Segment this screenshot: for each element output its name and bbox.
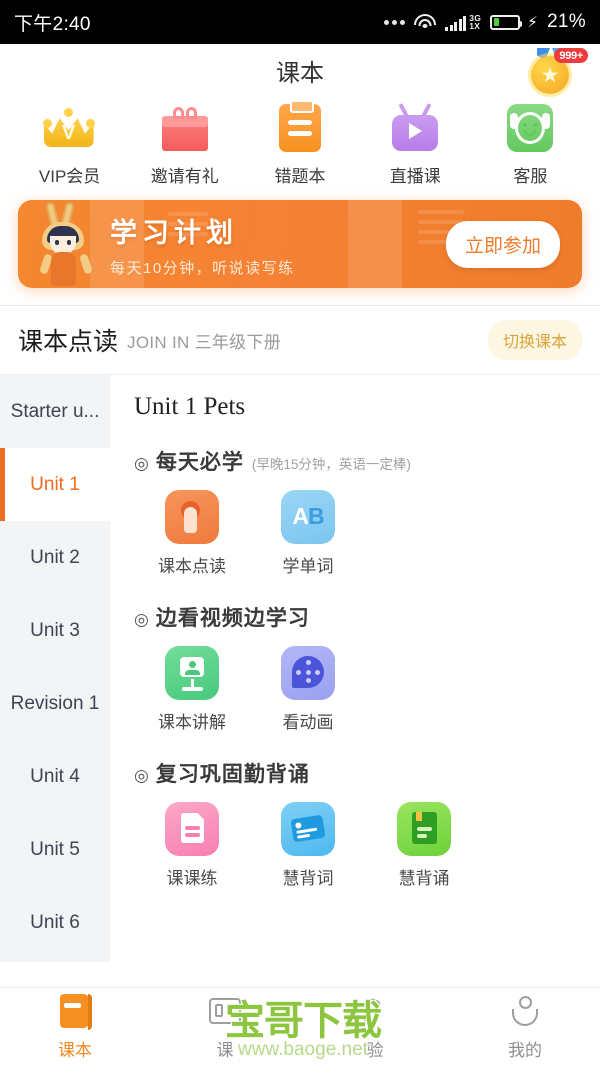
tile-watch-animation[interactable]: 看动画 (250, 646, 366, 733)
unit-title: Unit 1 Pets (134, 393, 246, 420)
switch-textbook-button[interactable]: 切换课本 (487, 320, 582, 360)
tv-play-icon (389, 101, 441, 153)
content-group-daily: ◎ 每天必学 (早晚15分钟，英语一定棒) 课本点读 AB 学单词 (134, 446, 600, 577)
quick-action-invite[interactable]: 邀请有礼 (127, 101, 242, 187)
quick-action-label: 错题本 (274, 167, 326, 186)
page-title: 课本 (276, 60, 324, 87)
unit-content: Unit 1 Pets ◎ 每天必学 (早晚15分钟，英语一定棒) 课本点读 A… (110, 375, 600, 962)
sidebar-item-unit-4[interactable]: Unit 4 (0, 740, 110, 813)
group-title: 边看视频边学习 (155, 607, 310, 630)
group-header: ◎ 边看视频边学习 (134, 602, 600, 632)
gift-icon (159, 101, 211, 153)
book-icon (58, 994, 92, 1030)
textbook-section-header: 课本点读 JOIN IN 三年级下册 切换课本 (0, 306, 600, 374)
signal-bars-icon: 3G 1X (445, 13, 481, 31)
sidebar-item-unit-6[interactable]: Unit 6 (0, 886, 110, 959)
tile-textbook-explain[interactable]: 课本讲解 (134, 646, 250, 733)
network-type-bottom: 1X (469, 21, 481, 31)
tab-textbook[interactable]: 课本 (0, 988, 150, 1067)
tab-label: 验 (366, 1041, 384, 1060)
tile-label: 慧背词 (282, 869, 334, 888)
banner-decoration (18, 200, 582, 288)
circle-mark-icon: ◎ (134, 766, 149, 785)
wifi-icon (414, 13, 437, 31)
tab-mine[interactable]: 我的 (450, 988, 600, 1067)
tab-label: 课本 (58, 1041, 92, 1060)
status-bar-time: 下午2:40 (14, 13, 91, 35)
group-tiles: 课课练 慧背词 慧背诵 (134, 802, 600, 889)
crown-icon: V (42, 101, 96, 153)
card-icon (208, 994, 242, 1030)
quick-action-label: VIP会员 (38, 167, 101, 186)
quick-action-live-class[interactable]: 直播课 (358, 101, 473, 187)
clipboard-icon (274, 100, 326, 153)
tab-label: 课 (216, 1041, 234, 1060)
quick-action-support[interactable]: 客服 (473, 101, 588, 187)
study-plan-banner[interactable]: 学习计划 每天10分钟，听说读写练 立即参加 (18, 200, 582, 288)
battery-icon (490, 14, 523, 30)
tile-label: 课本讲解 (158, 713, 226, 732)
tab-exam[interactable]: 验 (300, 988, 450, 1067)
teacher-presentation-icon (165, 646, 219, 700)
medal-star-icon[interactable]: ★ 999+ (528, 48, 588, 94)
sidebar-item-unit-5[interactable]: Unit 5 (0, 813, 110, 886)
quick-action-vip[interactable]: V VIP会员 (12, 101, 127, 187)
tile-textbook-read[interactable]: 课本点读 (134, 490, 250, 577)
quick-action-label: 客服 (513, 167, 548, 186)
tile-lesson-practice[interactable]: 课课练 (134, 802, 250, 889)
tap-to-read-icon (165, 490, 219, 544)
group-title: 每天必学 (155, 451, 244, 474)
group-header: ◎ 复习巩固勤背诵 (134, 758, 600, 788)
exercise-doc-icon (165, 802, 219, 856)
green-book-icon (397, 802, 451, 856)
more-dots-icon (384, 19, 406, 25)
ab-letters-icon: AB (281, 490, 335, 544)
headset-face-icon (504, 101, 556, 153)
textbook-body: Starter u... Unit 1 Unit 2 Unit 3 Revisi… (0, 374, 600, 962)
unit-sidebar[interactable]: Starter u... Unit 1 Unit 2 Unit 3 Revisi… (0, 375, 110, 962)
rabbit-mascot-icon (34, 201, 96, 286)
pen-icon (358, 994, 392, 1030)
sidebar-item-unit-3[interactable]: Unit 3 (0, 594, 110, 667)
sidebar-item-unit-2[interactable]: Unit 2 (0, 521, 110, 594)
sidebar-item-starter[interactable]: Starter u... (0, 375, 110, 448)
app-header: 课本 ★ 999+ (0, 44, 600, 97)
person-icon (508, 994, 542, 1030)
status-badge: 999+ (554, 48, 588, 63)
tile-label: 学单词 (282, 557, 334, 576)
status-bar-icons: 3G 1X ⚡ 21% (384, 11, 586, 33)
tile-label: 课课练 (166, 869, 218, 888)
circle-mark-icon: ◎ (134, 610, 149, 629)
group-note: (早晚15分钟，英语一定棒) (251, 457, 411, 472)
charging-bolt-icon: ⚡ (527, 14, 539, 31)
tab-label: 我的 (508, 1041, 542, 1060)
battery-percent: 21% (547, 11, 586, 32)
tile-label: 课本点读 (158, 557, 226, 576)
tile-recite[interactable]: 慧背诵 (366, 802, 482, 889)
tile-learn-words[interactable]: AB 学单词 (250, 490, 366, 577)
tab-courses[interactable]: 课 (150, 988, 300, 1067)
tile-label: 慧背诵 (398, 869, 450, 888)
quick-action-label: 直播课 (389, 167, 441, 186)
content-group-review: ◎ 复习巩固勤背诵 课课练 慧背词 慧背诵 (134, 758, 600, 889)
group-title: 复习巩固勤背诵 (155, 763, 310, 786)
group-header: ◎ 每天必学 (早晚15分钟，英语一定棒) (134, 446, 600, 476)
quick-action-mistakes[interactable]: 错题本 (242, 100, 357, 187)
section-title: 课本点读 (18, 328, 119, 356)
word-card-icon (281, 802, 335, 856)
circle-mark-icon: ◎ (134, 454, 149, 473)
tile-memorize-words[interactable]: 慧背词 (250, 802, 366, 889)
status-bar: 下午2:40 3G 1X ⚡ 21% (0, 0, 600, 44)
bottom-tab-bar: 课本 课 验 我的 (0, 987, 600, 1067)
sidebar-item-revision-1[interactable]: Revision 1 (0, 667, 110, 740)
group-tiles: 课本讲解 看动画 (134, 646, 600, 733)
tile-label: 看动画 (282, 713, 334, 732)
group-tiles: 课本点读 AB 学单词 (134, 490, 600, 577)
content-group-video: ◎ 边看视频边学习 课本讲解 看动画 (134, 602, 600, 733)
quick-actions-row: V VIP会员 邀请有礼 错题本 直播课 客服 (0, 97, 600, 197)
quick-action-label: 邀请有礼 (150, 167, 219, 186)
film-reel-icon (281, 646, 335, 700)
sidebar-item-unit-1[interactable]: Unit 1 (0, 448, 110, 521)
section-subtitle: JOIN IN 三年级下册 (127, 332, 282, 352)
